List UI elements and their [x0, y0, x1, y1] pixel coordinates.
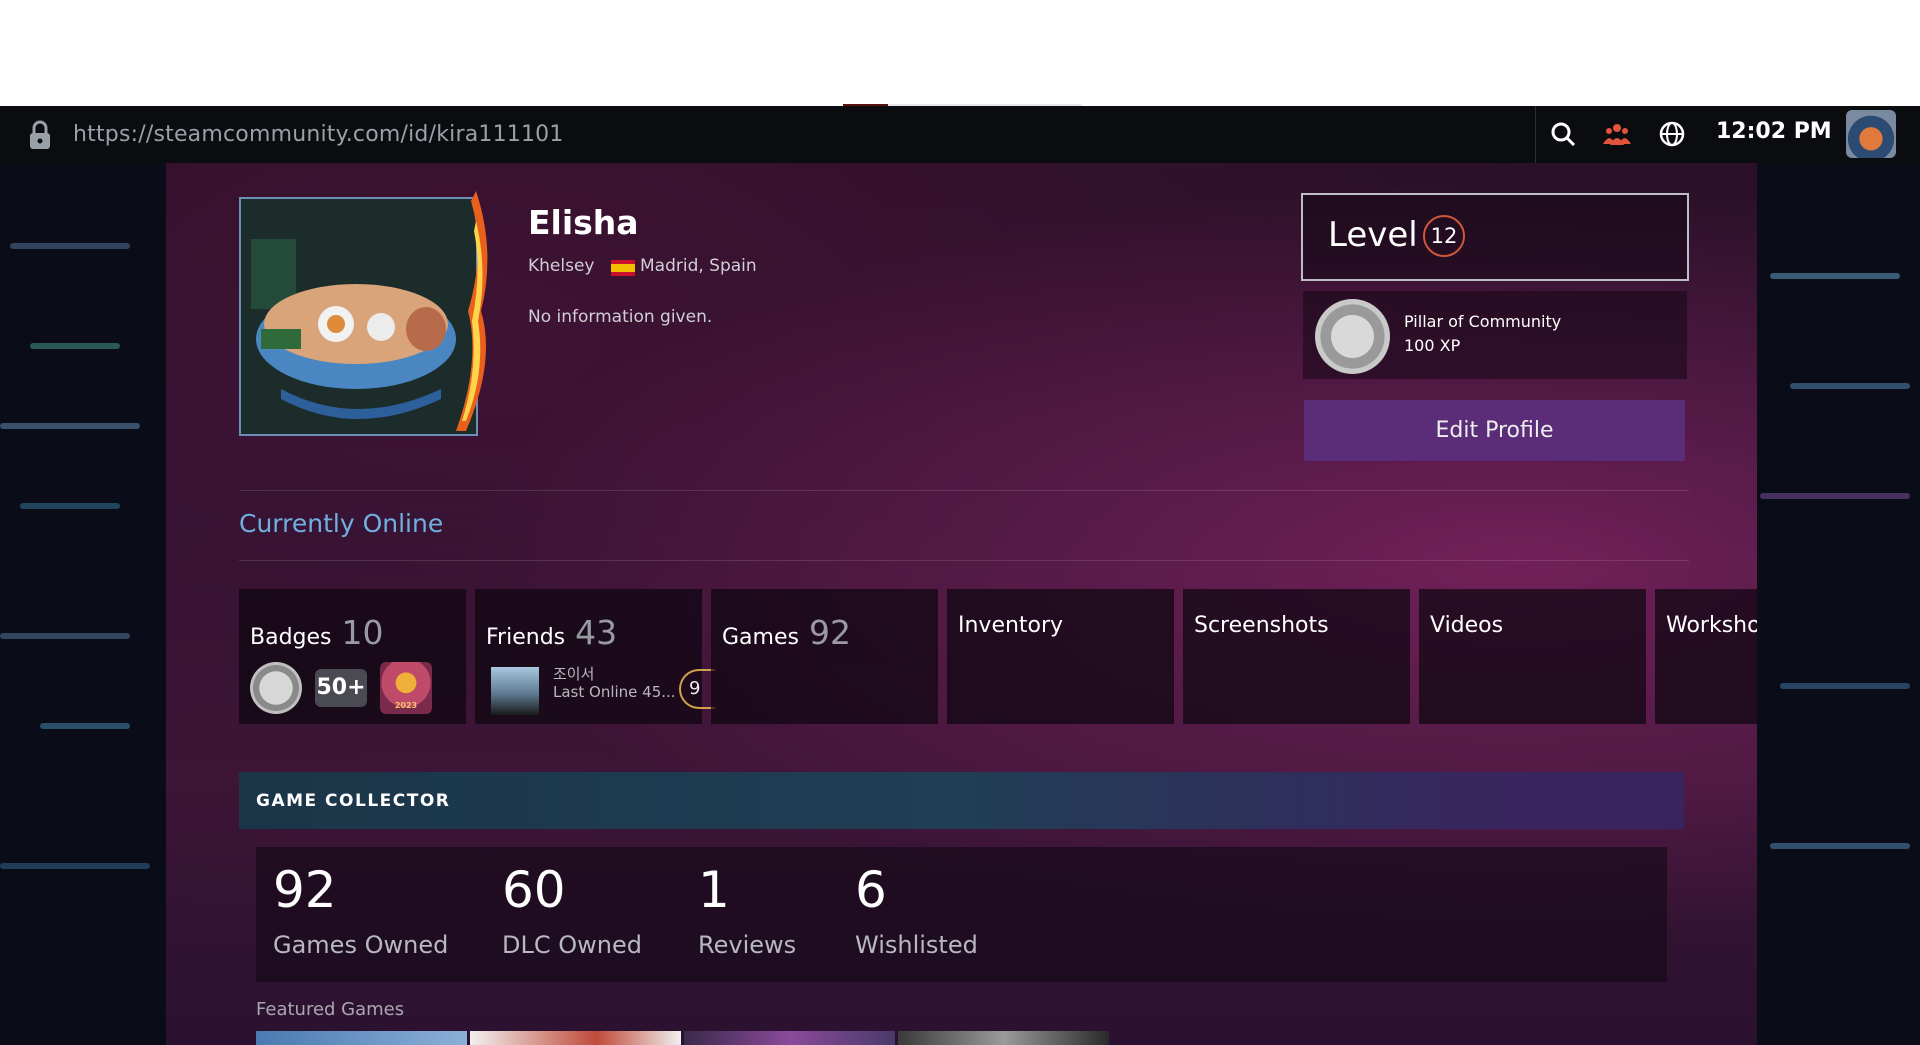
location: Madrid, Spain	[640, 256, 757, 276]
tile-screenshots[interactable]: Screenshots	[1183, 589, 1410, 724]
stat-reviews[interactable]: 1 Reviews	[698, 865, 796, 959]
toolbar-right: 12:02 PM	[1535, 106, 1920, 163]
steam-2023-badge-icon[interactable]: 2023	[380, 662, 432, 714]
tile-count: 92	[808, 613, 851, 652]
level-number: 12	[1423, 215, 1465, 257]
tile-label: Screenshots	[1194, 613, 1329, 638]
years-badge-icon[interactable]: 50+	[315, 669, 367, 707]
real-name: Khelsey	[528, 256, 595, 276]
tile-label: Badges	[250, 625, 332, 650]
tile-friends[interactable]: Friends 43 조이서 Last Online 45... 9	[475, 589, 715, 724]
badge-name: Pillar of Community	[1404, 312, 1562, 331]
url-text[interactable]: https://steamcommunity.com/id/kira111101	[73, 122, 564, 147]
friend-level-ring: 9	[679, 669, 715, 709]
friends-icon[interactable]	[1602, 119, 1632, 149]
url-bar: https://steamcommunity.com/id/kira111101…	[0, 106, 1920, 163]
pillar-badge-icon[interactable]	[250, 662, 302, 714]
showcase-header: GAME COLLECTOR	[239, 772, 1684, 829]
level-label: Level	[1328, 215, 1418, 255]
top-white-area	[0, 0, 1920, 107]
game-collector-showcase: GAME COLLECTOR 92 Games Owned 60 DLC Own…	[239, 772, 1684, 1045]
stat-value: 6	[855, 861, 887, 919]
tile-label: Worksho	[1666, 613, 1757, 638]
tile-badges[interactable]: Badges 10 50+ 2023	[239, 589, 466, 724]
persona-name: Elisha	[528, 203, 639, 242]
friend-status: Last Online 45...	[553, 683, 676, 701]
tile-label: Videos	[1430, 613, 1504, 638]
user-avatar[interactable]	[1846, 110, 1896, 158]
stats-box: 92 Games Owned 60 DLC Owned 1 Reviews 6 …	[256, 847, 1667, 982]
badge-xp: 100 XP	[1404, 336, 1461, 355]
featured-game-thumb[interactable]	[256, 1031, 467, 1045]
divider	[239, 560, 1689, 561]
divider	[239, 490, 1689, 491]
stat-label: Wishlisted	[855, 931, 978, 959]
online-status: Currently Online	[239, 509, 444, 538]
featured-game-thumb[interactable]	[684, 1031, 895, 1045]
stat-label: DLC Owned	[502, 931, 642, 959]
tile-games[interactable]: Games 92	[711, 589, 938, 724]
ramen-bowl-image	[241, 199, 476, 434]
stat-value: 92	[273, 861, 337, 919]
edit-profile-button[interactable]: Edit Profile	[1304, 400, 1685, 461]
friend-avatar[interactable]	[491, 667, 539, 715]
clock: 12:02 PM	[1716, 119, 1832, 144]
tile-label: Friends	[486, 625, 566, 650]
stat-wishlisted[interactable]: 6 Wishlisted	[855, 865, 978, 959]
lock-icon	[30, 120, 50, 149]
tile-inventory[interactable]: Inventory	[947, 589, 1174, 724]
tile-label: Games	[722, 625, 799, 650]
search-icon[interactable]	[1548, 119, 1578, 149]
showcase-title: GAME COLLECTOR	[256, 791, 451, 811]
profile-panel: Elisha Khelsey Madrid, Spain No informat…	[166, 163, 1757, 1045]
stat-label: Games Owned	[273, 931, 449, 959]
stat-games-owned[interactable]: 92 Games Owned	[273, 865, 448, 959]
featured-game-thumb[interactable]	[898, 1031, 1109, 1045]
profile-summary: No information given.	[528, 307, 713, 327]
stat-dlc-owned[interactable]: 60 DLC Owned	[502, 865, 642, 959]
tile-videos[interactable]: Videos	[1419, 589, 1646, 724]
tile-count: 10	[341, 613, 384, 652]
tile-count: 43	[575, 613, 618, 652]
profile-avatar	[239, 197, 478, 436]
pillar-badge-icon	[1315, 299, 1390, 374]
tile-workshop[interactable]: Worksho	[1655, 589, 1757, 724]
favorite-badge[interactable]: Pillar of Community 100 XP	[1303, 291, 1687, 379]
level-box[interactable]: Level 12	[1301, 193, 1689, 281]
stat-value: 60	[502, 861, 566, 919]
globe-icon[interactable]	[1657, 119, 1687, 149]
featured-game-thumb[interactable]	[470, 1031, 681, 1045]
spain-flag-icon	[611, 260, 635, 276]
stat-value: 1	[698, 861, 730, 919]
tile-label: Inventory	[958, 613, 1064, 638]
featured-games-label: Featured Games	[256, 999, 405, 1020]
friend-name: 조이서	[553, 665, 595, 683]
flame-frame-decoration	[456, 191, 488, 431]
stat-label: Reviews	[698, 931, 797, 959]
